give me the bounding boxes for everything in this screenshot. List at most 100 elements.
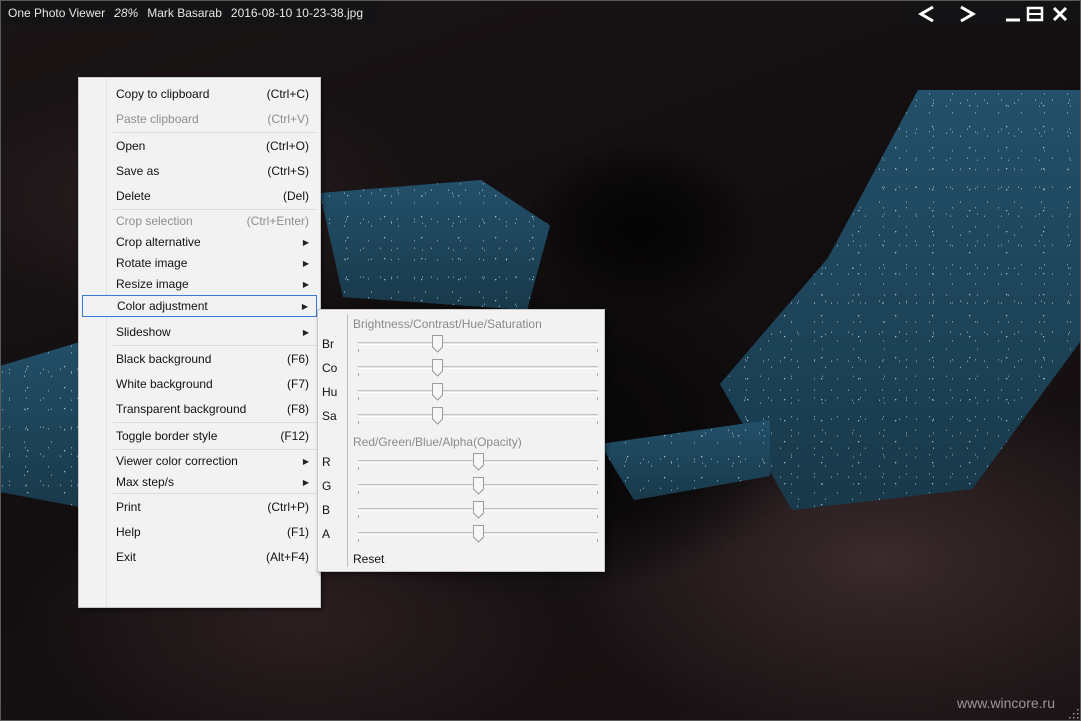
slider-label-a: A: [322, 527, 331, 541]
slider-thumb-icon[interactable]: [432, 335, 444, 353]
menu-item-shortcut: (Del): [283, 189, 309, 203]
next-image-button[interactable]: [947, 2, 987, 26]
slider-thumb-icon[interactable]: [432, 407, 444, 425]
slider-tick: [358, 421, 359, 424]
menu-item-label: Print: [116, 500, 141, 514]
minimize-button[interactable]: [987, 2, 1023, 26]
menu-item-crop-selection[interactable]: Crop selection (Ctrl+Enter): [82, 211, 317, 231]
menu-item-crop-alternative[interactable]: Crop alternative ▶: [82, 232, 317, 252]
slider-tick: [597, 515, 598, 518]
menu-separator: [113, 132, 317, 133]
menu-item-black-background[interactable]: Black background (F6): [82, 347, 317, 371]
slider-thumb-icon[interactable]: [432, 383, 444, 401]
menu-item-paste-clipboard[interactable]: Paste clipboard (Ctrl+V): [82, 107, 317, 131]
menu-item-help[interactable]: Help (F1): [82, 520, 317, 544]
file-name: 2016-08-10 10-23-38.jpg: [230, 5, 364, 20]
slider-co[interactable]: [358, 356, 598, 378]
menu-item-label: White background: [116, 377, 213, 391]
resize-grip-icon[interactable]: [1069, 709, 1079, 719]
previous-image-button[interactable]: [907, 2, 947, 26]
title-bar[interactable]: One Photo Viewer 28% Mark Basarab 2016-0…: [0, 0, 379, 25]
menu-item-max-step[interactable]: Max step/s ▶: [82, 472, 317, 492]
zoom-level: 28%: [114, 5, 139, 20]
menu-item-label: Paste clipboard: [116, 112, 199, 126]
menu-item-resize-image[interactable]: Resize image ▶: [82, 274, 317, 294]
slider-label-co: Co: [322, 361, 338, 375]
menu-item-shortcut: (Ctrl+P): [267, 500, 309, 514]
photo-sky-region: [320, 180, 550, 310]
menu-item-label: Toggle border style: [116, 429, 218, 443]
slider-track[interactable]: [358, 414, 598, 417]
menu-item-label: Black background: [116, 352, 212, 366]
submenu-arrow-icon: ▶: [302, 258, 309, 268]
slider-track[interactable]: [358, 366, 598, 369]
slider-tick: [358, 397, 359, 400]
menu-separator: [113, 493, 317, 494]
menu-item-toggle-border-style[interactable]: Toggle border style (F12): [82, 424, 317, 448]
menu-separator: [113, 345, 317, 346]
slider-thumb-icon[interactable]: [473, 501, 484, 519]
bcs-group-title: Brightness/Contrast/Hue/Saturation: [353, 317, 542, 331]
slider-hu[interactable]: [358, 380, 598, 402]
menu-item-shortcut: (Ctrl+C): [266, 87, 309, 101]
menu-item-open[interactable]: Open (Ctrl+O): [82, 134, 317, 158]
menu-item-slideshow[interactable]: Slideshow ▶: [82, 320, 317, 344]
menu-item-transparent-background[interactable]: Transparent background (F8): [82, 397, 317, 421]
slider-a[interactable]: [358, 522, 598, 544]
slider-label-r: R: [322, 455, 331, 469]
reset-button[interactable]: Reset: [353, 552, 384, 566]
slider-sa[interactable]: [358, 404, 598, 426]
close-button[interactable]: [1047, 2, 1073, 26]
submenu-arrow-icon: ▶: [302, 237, 309, 247]
menu-item-delete[interactable]: Delete (Del): [82, 184, 317, 208]
close-icon: [1052, 6, 1068, 22]
slider-g[interactable]: [358, 474, 598, 496]
maximize-button[interactable]: [1023, 2, 1047, 26]
chevron-left-icon: [918, 5, 934, 23]
panel-divider: [347, 314, 348, 567]
app-name: One Photo Viewer: [8, 5, 106, 20]
menu-separator: [113, 449, 317, 450]
menu-item-copy-to-clipboard[interactable]: Copy to clipboard (Ctrl+C): [82, 82, 317, 106]
slider-label-br: Br: [322, 337, 334, 351]
menu-item-save-as[interactable]: Save as (Ctrl+S): [82, 159, 317, 183]
slider-track[interactable]: [358, 342, 598, 345]
menu-item-viewer-color-correction[interactable]: Viewer color correction ▶: [82, 451, 317, 471]
menu-item-rotate-image[interactable]: Rotate image ▶: [82, 253, 317, 273]
submenu-arrow-icon: ▶: [302, 477, 309, 487]
slider-b[interactable]: [358, 498, 598, 520]
menu-item-label: Color adjustment: [117, 299, 208, 313]
window-controls: [907, 2, 1079, 26]
slider-tick: [358, 515, 359, 518]
menu-item-shortcut: (Ctrl+S): [267, 164, 309, 178]
slider-thumb-icon[interactable]: [473, 477, 484, 495]
menu-item-exit[interactable]: Exit (Alt+F4): [82, 545, 317, 569]
menu-item-shortcut: (F6): [287, 352, 309, 366]
slider-br[interactable]: [358, 332, 598, 354]
watermark: www.wincore.ru: [956, 695, 1055, 711]
menu-item-shortcut: (F12): [280, 429, 309, 443]
menu-item-label: Delete: [116, 189, 151, 203]
slider-tick: [597, 421, 598, 424]
menu-separator: [113, 209, 317, 210]
slider-thumb-icon[interactable]: [473, 525, 484, 543]
slider-track[interactable]: [358, 390, 598, 393]
slider-thumb-icon[interactable]: [473, 453, 484, 471]
slider-r[interactable]: [358, 450, 598, 472]
menu-item-shortcut: (Alt+F4): [265, 550, 309, 564]
menu-item-label: Save as: [116, 164, 160, 178]
slider-thumb-icon[interactable]: [432, 359, 444, 377]
slider-tick: [358, 373, 359, 376]
menu-item-print[interactable]: Print (Ctrl+P): [82, 495, 317, 519]
photo-sky-region: [720, 90, 1080, 510]
menu-item-white-background[interactable]: White background (F7): [82, 372, 317, 396]
submenu-arrow-icon: ▶: [302, 327, 309, 337]
rgba-group-title: Red/Green/Blue/Alpha(Opacity): [353, 435, 522, 449]
menu-item-shortcut: (Ctrl+Enter): [246, 214, 309, 228]
menu-item-color-adjustment[interactable]: Color adjustment ▶: [82, 295, 317, 317]
menu-item-label: Copy to clipboard: [116, 87, 210, 101]
menu-item-shortcut: (Ctrl+V): [267, 112, 309, 126]
slider-tick: [597, 373, 598, 376]
slider-tick: [358, 467, 359, 470]
context-menu: Copy to clipboard (Ctrl+C) Paste clipboa…: [78, 77, 321, 608]
